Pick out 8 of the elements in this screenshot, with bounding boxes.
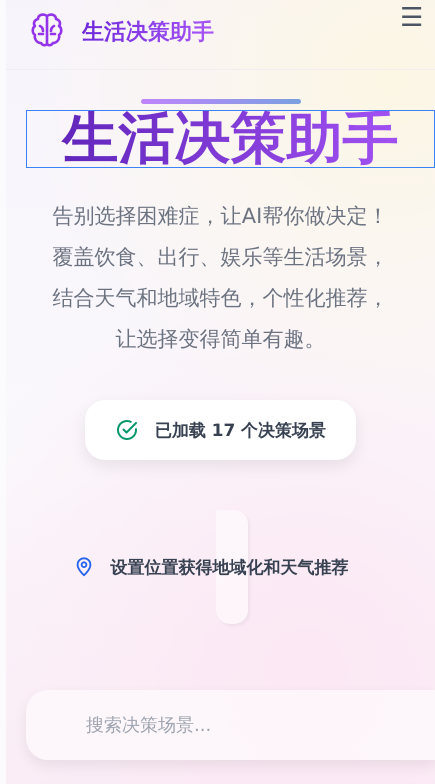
location-prompt[interactable]: 设置位置获得地域化和天气推荐 [72,556,348,578]
brain-icon [30,12,64,48]
search-field[interactable]: 搜索决策场景... [26,690,435,760]
hero-title: 生活决策助手 [26,110,435,168]
status-text: 已加载 17 个决策场景 [154,420,326,442]
location-text: 设置位置获得地域化和天气推荐 [110,556,348,578]
hero-description: 告别选择困难症，让AI帮你做决定！ 覆盖饮食、出行、娱乐等生活场景， 结合天气和地域特色，个性化推荐， 让选择变得简单有趣。 [52,203,388,353]
menu-button[interactable]: ☰ [400,4,423,30]
